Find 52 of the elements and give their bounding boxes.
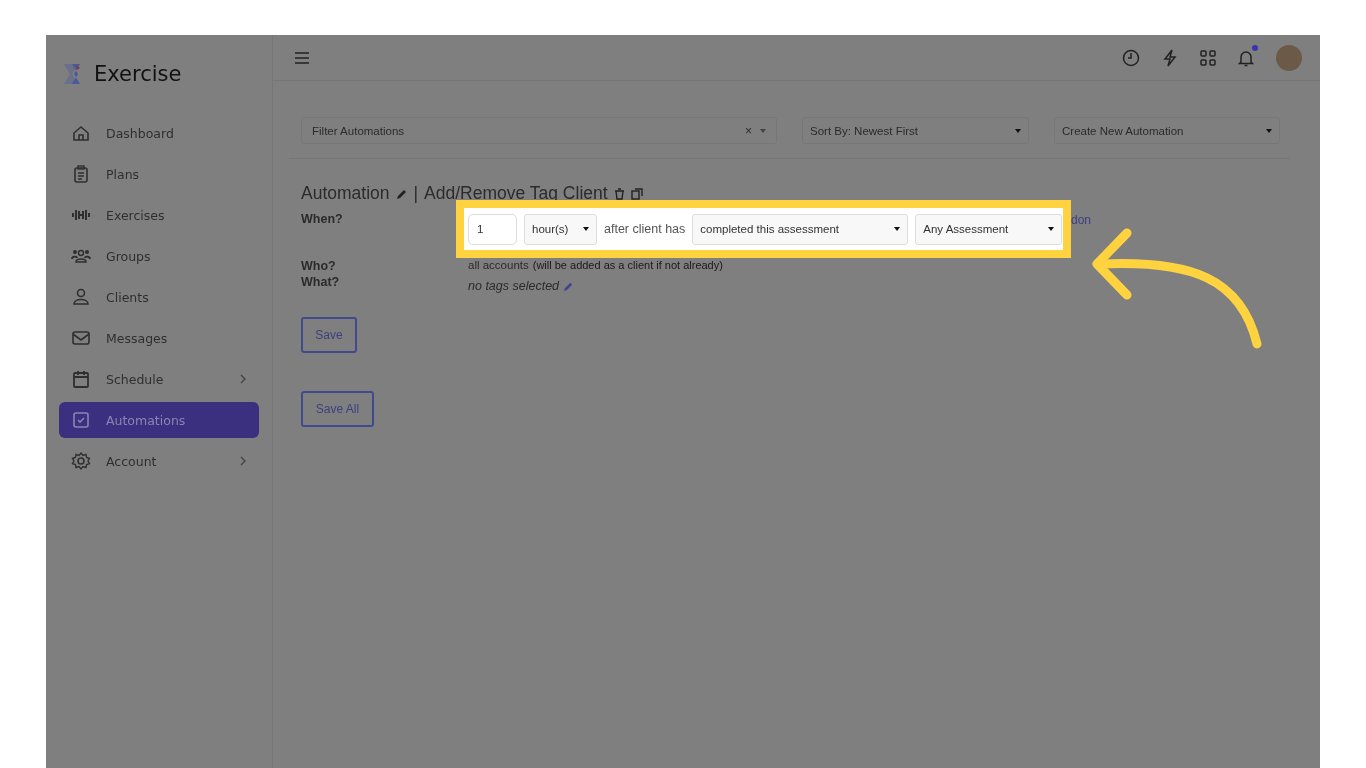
settings-icon <box>71 451 91 471</box>
grid-icon[interactable] <box>1200 49 1216 66</box>
brand-name: Exercise <box>94 62 182 86</box>
caret-down-icon <box>760 128 766 133</box>
caret-down-icon <box>583 227 589 231</box>
calendar-icon <box>71 369 91 389</box>
who-value: all accounts <box>468 259 529 271</box>
sidebar-item[interactable]: Dashboard <box>59 115 259 151</box>
caret-down-icon <box>1015 128 1021 133</box>
done-link[interactable]: don <box>1071 213 1092 227</box>
condition-text: after client has <box>604 222 686 236</box>
unit-dropdown[interactable]: hour(s) <box>524 213 597 245</box>
sidebar-item[interactable]: Account <box>59 443 259 479</box>
bell-icon[interactable] <box>1238 48 1254 67</box>
assessment-dropdown[interactable]: Any Assessment <box>915 213 1063 245</box>
title-separator: | <box>413 183 419 204</box>
lightning-icon[interactable] <box>1162 48 1178 67</box>
clock-icon[interactable] <box>1122 48 1140 67</box>
menu-icon[interactable] <box>294 50 310 65</box>
who-label: Who? <box>301 259 337 273</box>
house-icon <box>71 123 91 143</box>
clipboard-icon <box>71 164 91 184</box>
when-label: When? <box>301 212 344 228</box>
create-automation-dropdown[interactable]: Create New Automation <box>1054 117 1280 144</box>
pencil-icon[interactable] <box>563 280 575 292</box>
person-icon <box>71 287 91 307</box>
sort-dropdown[interactable]: Sort By: Newest First <box>802 117 1029 144</box>
sidebar-item[interactable]: Groups <box>59 238 259 274</box>
clear-icon[interactable]: × <box>745 123 752 138</box>
checkbox-icon <box>71 410 91 430</box>
sidebar-item[interactable]: Schedule <box>59 361 259 397</box>
save-button[interactable]: Save <box>301 317 357 353</box>
amount-input[interactable]: 1 <box>468 213 517 245</box>
caret-down-icon <box>1048 227 1055 231</box>
save-all-button[interactable]: Save All <box>301 391 374 427</box>
caret-down-icon <box>894 227 901 231</box>
sidebar-item[interactable]: Automations <box>59 402 259 438</box>
filter-field[interactable]: Filter Automations × <box>301 117 777 144</box>
pencil-icon[interactable] <box>395 187 408 200</box>
trash-icon[interactable] <box>613 187 625 200</box>
sidebar-item[interactable]: Exercises <box>59 197 259 233</box>
who-note: (will be added as a client if not already) <box>532 259 723 271</box>
sidebar-item[interactable]: Messages <box>59 320 259 356</box>
copy-icon[interactable] <box>630 187 643 200</box>
envelope-icon <box>71 328 91 348</box>
what-label: What? <box>301 275 341 291</box>
event-dropdown[interactable]: completed this assessment <box>692 213 909 245</box>
sidebar-item[interactable]: Plans <box>59 156 259 192</box>
what-value: no tags selected <box>468 279 560 293</box>
sidebar-item[interactable]: Clients <box>59 279 259 315</box>
automation-title: Automation <box>301 183 390 204</box>
caret-down-icon <box>1266 128 1272 133</box>
